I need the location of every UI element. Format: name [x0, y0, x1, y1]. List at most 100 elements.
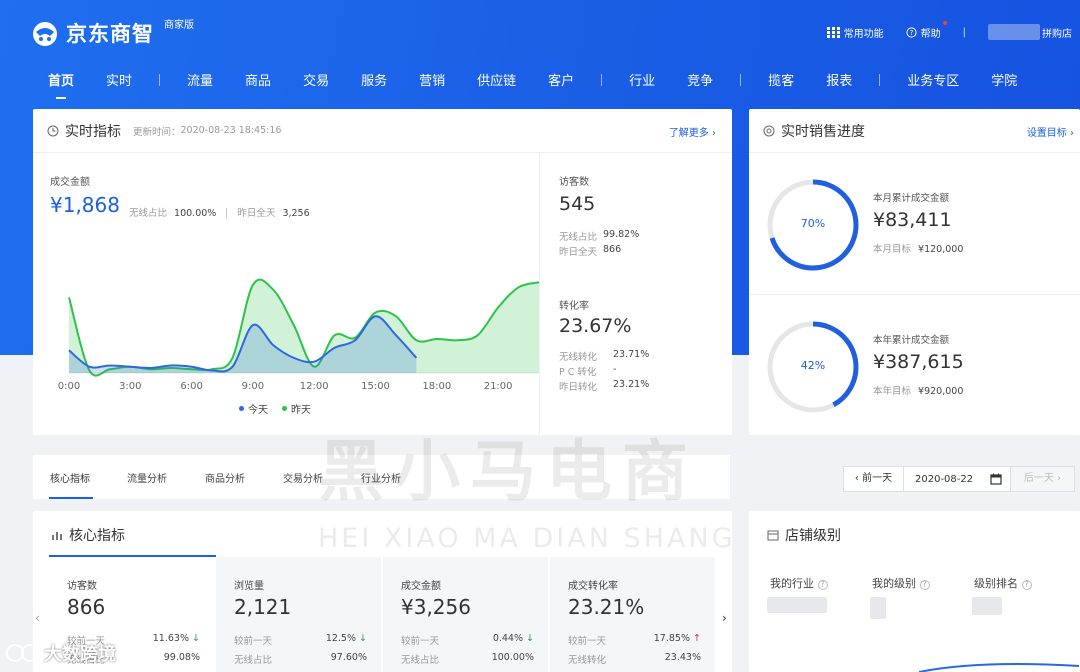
learn-more-link[interactable]: 了解更多 ›	[669, 124, 716, 139]
nav-item-industry[interactable]: 行业	[629, 70, 655, 89]
year-percent: 42%	[800, 359, 826, 372]
sales-progress-title: 实时销售进度	[781, 123, 865, 140]
scroll-right-icon[interactable]: ›	[722, 611, 727, 625]
user-avatar-blurred[interactable]	[988, 24, 1040, 40]
sales-progress-card: 实时销售进度 设置目标 › 70% 本月累计成交金额 ¥83,411 本月目标 …	[749, 109, 1080, 435]
core-metrics-title: 核心指标	[69, 528, 125, 544]
nav-item-realtime[interactable]: 实时	[106, 70, 132, 89]
scroll-left-icon[interactable]: ‹	[35, 611, 40, 625]
info-icon: ?	[919, 580, 930, 590]
month-progress-ring: 70%	[765, 177, 861, 273]
edition-badge: 商家版	[164, 20, 194, 31]
notification-dot	[942, 20, 947, 25]
header-divider: |	[962, 26, 966, 38]
top-header: 京东商智 商家版 常用功能 ? 帮助 | 拼购店 首页 实时 流量 商品 交易 …	[0, 0, 1080, 108]
core-metrics-header: 核心指标	[51, 525, 125, 545]
metric-pageviews[interactable]: 浏览量 2,121 较前一天 12.5% ↓ 无线占比 97.60%	[216, 557, 381, 672]
next-day-button[interactable]: 后一天 ›	[1010, 467, 1074, 491]
gmv-yesterday-value: 3,256	[282, 208, 310, 219]
nav-item-traffic[interactable]: 流量	[187, 70, 213, 89]
gmv-wireless: 无线占比 100.00% 昨日全天 3,256	[129, 205, 310, 219]
tab-product-analysis[interactable]: 商品分析	[205, 470, 245, 485]
x-tick-label: 12:00	[300, 381, 329, 392]
metric-conversion-rate[interactable]: 成交转化率 23.21% 较前一天 17.85% ↑ 无线转化 23.43%	[550, 557, 715, 672]
calendar-icon[interactable]	[990, 473, 1002, 485]
main-nav: 首页 实时 流量 商品 交易 服务 营销 供应链 客户 行业 竞争 揽客 报表 …	[48, 70, 1049, 99]
shop-name[interactable]: 拼购店	[1042, 25, 1072, 40]
tab-traffic-analysis[interactable]: 流量分析	[127, 470, 167, 485]
nav-item-customer[interactable]: 客户	[548, 70, 574, 89]
analysis-tabs: 核心指标 流量分析 商品分析 交易分析 行业分析	[33, 455, 730, 499]
info-icon: ?	[1021, 580, 1032, 590]
realtime-card-header: 实时指标 更新时间： 2020-08-23 18:45:16 了解更多 ›	[33, 109, 732, 153]
x-tick-label: 9:00	[242, 381, 264, 392]
level-rank-label: 级别排名 ?	[974, 575, 1032, 591]
date-value[interactable]: 2020-08-22	[904, 474, 984, 485]
update-prefix: 更新时间：	[133, 126, 181, 138]
year-label: 本年累计成交金额	[873, 335, 950, 346]
metric-gmv[interactable]: 成交金额 ¥3,256 较前一天 0.44% ↓ 无线占比 100.00%	[383, 557, 548, 672]
clock-icon	[47, 125, 59, 136]
common-functions-button[interactable]: 常用功能	[826, 25, 884, 40]
help-label: 帮助	[920, 28, 941, 40]
shop-level-title: 店铺级别	[785, 528, 841, 544]
gmv-value: ¥1,868	[50, 193, 120, 217]
common-functions-label: 常用功能	[843, 28, 884, 40]
set-target-link[interactable]: 设置目标 ›	[1027, 124, 1074, 139]
nav-item-customer-acquisition[interactable]: 揽客	[768, 70, 794, 89]
tab-core-metrics[interactable]: 核心指标	[50, 470, 90, 485]
x-tick-label: 6:00	[180, 381, 202, 392]
logo-dog-icon	[30, 18, 60, 48]
tab-trade-analysis[interactable]: 交易分析	[283, 470, 323, 485]
up-arrow-icon: ↑	[693, 633, 701, 644]
logo[interactable]: 京东商智	[30, 18, 154, 48]
info-icon: ?	[817, 580, 828, 590]
month-label: 本月累计成交金额	[873, 193, 950, 204]
month-percent: 70%	[800, 217, 826, 230]
chart-legend: 今天 昨天	[239, 401, 311, 416]
shop-level-card: 店铺级别 我的行业 ? 我的级别 ? 级别排名 ?	[749, 511, 1080, 672]
nav-divider	[601, 73, 603, 86]
header-tools: 常用功能 ? 帮助 | 拼购店	[805, 20, 1072, 40]
nav-item-home[interactable]: 首页	[48, 70, 74, 99]
tab-industry-analysis[interactable]: 行业分析	[361, 470, 401, 485]
nav-item-product[interactable]: 商品	[245, 70, 271, 89]
nav-divider	[740, 73, 742, 86]
conversion-value: 23.67%	[559, 315, 632, 337]
year-progress-ring: 42%	[765, 319, 861, 415]
legend-today[interactable]: 今天	[248, 401, 268, 416]
active-tab-indicator	[49, 497, 93, 499]
metric-visitors[interactable]: 访客数 866 较前一天 11.63% ↓ 无线占比 99.08%	[49, 557, 214, 672]
prev-day-button[interactable]: ‹ 前一天	[844, 467, 904, 491]
down-arrow-icon: ↓	[359, 633, 367, 644]
sales-progress-header: 实时销售进度 设置目标 ›	[749, 109, 1080, 153]
level-curve	[919, 663, 1079, 672]
my-level-label: 我的级别 ?	[872, 575, 930, 591]
realtime-card: 实时指标 更新时间： 2020-08-23 18:45:16 了解更多 › 成交…	[33, 109, 732, 435]
nav-item-reports[interactable]: 报表	[826, 70, 852, 89]
logo-text: 京东商智	[66, 22, 154, 46]
legend-yesterday[interactable]: 昨天	[291, 401, 311, 416]
x-tick-label: 0:00	[58, 381, 80, 392]
nav-item-service[interactable]: 服务	[361, 70, 387, 89]
gmv-wireless-value: 100.00%	[174, 208, 217, 219]
gmv-wireless-label: 无线占比	[129, 208, 168, 219]
nav-item-business-zone[interactable]: 业务专区	[907, 70, 959, 89]
my-industry-label: 我的行业 ?	[770, 575, 828, 591]
sales-divider	[749, 294, 1080, 295]
nav-item-supply-chain[interactable]: 供应链	[477, 70, 516, 89]
nav-item-competition[interactable]: 竞争	[687, 70, 713, 89]
help-button[interactable]: ? 帮助	[906, 20, 947, 40]
nav-item-trade[interactable]: 交易	[303, 70, 329, 89]
conversion-details: 无线转化 23.71% P C 转化 - 昨日转化 23.21%	[559, 349, 650, 393]
grid-icon	[826, 26, 840, 38]
x-tick-label: 15:00	[361, 381, 390, 392]
industry-value-blurred	[767, 597, 827, 613]
year-target: 本年目标 ¥920,000	[873, 386, 964, 397]
visitors-details: 无线占比 99.82% 昨日全天 866	[559, 229, 640, 258]
nav-item-marketing[interactable]: 营销	[419, 70, 445, 89]
nav-item-academy[interactable]: 学院	[991, 70, 1017, 89]
x-tick-label: 21:00	[484, 381, 513, 392]
legend-dot-yesterday	[282, 406, 287, 411]
year-value: ¥387,615	[873, 351, 964, 373]
